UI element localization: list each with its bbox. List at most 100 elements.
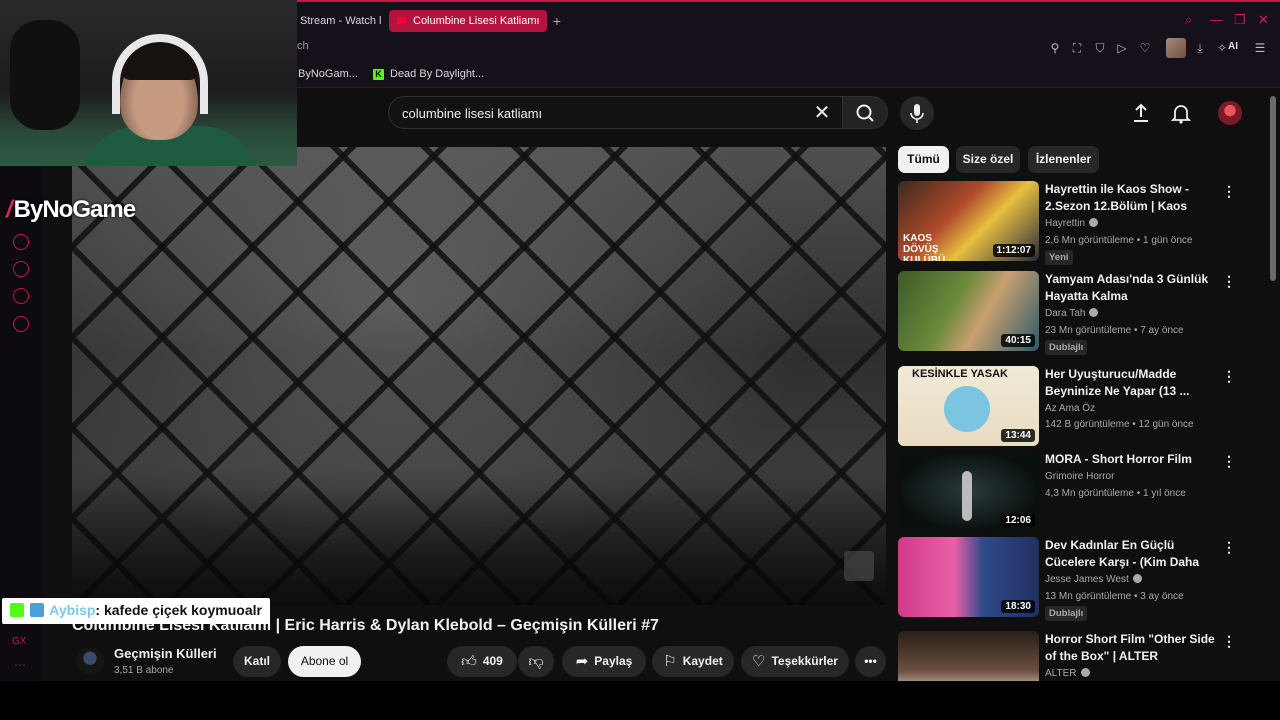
like-button[interactable]: 👍︎ 409: [447, 646, 517, 677]
new-tab-button[interactable]: +: [550, 11, 564, 31]
recommendation-channel[interactable]: Az Ama Öz: [1045, 403, 1095, 414]
scrollbar[interactable]: [1270, 96, 1276, 281]
join-button[interactable]: Katıl: [233, 646, 281, 677]
gx-icon[interactable]: GX: [12, 636, 26, 647]
more-vert-icon[interactable]: ⋮: [1222, 368, 1236, 385]
save-button[interactable]: ⚐ Kaydet: [652, 646, 734, 677]
thumbs-down-icon: 👎︎: [528, 653, 544, 670]
recommendation-channel[interactable]: Dara Tah: [1045, 308, 1099, 319]
recommendation-channel[interactable]: Grimoire Horror: [1045, 471, 1114, 482]
channel-label: Dara Tah: [1045, 308, 1086, 319]
notifications-icon[interactable]: [1168, 100, 1194, 126]
bookmark-bynogame[interactable]: ByNoGam...: [298, 68, 358, 80]
video-thumbnail[interactable]: 40:15: [898, 271, 1039, 351]
share-button[interactable]: ➦ Paylaş: [562, 646, 646, 677]
channel-avatar[interactable]: [76, 647, 104, 675]
chat-username: Aybisp: [49, 602, 96, 618]
heart-icon[interactable]: ♡: [1137, 40, 1153, 56]
minimize-icon[interactable]: —: [1210, 12, 1223, 27]
account-avatar[interactable]: [1218, 101, 1242, 125]
thumbnail-text: KESİNKLE YASAK: [912, 368, 1008, 380]
more-vert-icon[interactable]: ⋮: [1222, 633, 1236, 650]
video-thumbnail[interactable]: KAOS DÖVÜŞ KULÜBÜ 1:12:07: [898, 181, 1039, 261]
play-icon[interactable]: ▷: [1114, 40, 1130, 56]
more-actions-button[interactable]: •••: [855, 646, 886, 677]
chat-message: Aybisp: kafede çiçek koymuoalr: [2, 598, 270, 624]
recommendation-item[interactable]: KESİNKLE YASAK 13:44 Her Uyuşturucu/Madd…: [898, 366, 1268, 448]
recommendation-item[interactable]: 18:30 Dev Kadınlar En Güçlü Cücelere Kar…: [898, 537, 1268, 621]
recommendation-title[interactable]: Her Uyuşturucu/Madde Beyninize Ne Yapar …: [1045, 366, 1217, 400]
channel-label: ALTER: [1045, 668, 1077, 679]
bookmark-icon: ⚐: [663, 653, 677, 670]
pin-icon[interactable]: ⚲: [1047, 40, 1063, 56]
search-box[interactable]: columbine lisesi katliamı ✕: [388, 96, 843, 129]
channel-name[interactable]: Geçmişin Külleri: [114, 646, 217, 661]
taskbar-area: [0, 681, 1280, 720]
settings-icon[interactable]: [13, 316, 29, 332]
snapshot-icon[interactable]: ⛶: [1069, 40, 1085, 56]
video-player[interactable]: [72, 147, 886, 605]
thanks-button[interactable]: ♡ Teşekkürler: [741, 646, 849, 677]
more-vert-icon[interactable]: ⋮: [1222, 273, 1236, 290]
recommendation-title[interactable]: Horror Short Film "Other Side of the Box…: [1045, 631, 1217, 665]
video-thumbnail[interactable]: 18:30: [898, 537, 1039, 617]
search-tabs-icon[interactable]: ⌕: [1185, 12, 1192, 28]
thumbnail-text: KAOS DÖVÜŞ KULÜBÜ: [903, 233, 946, 261]
shield-icon[interactable]: ⛉: [1092, 40, 1108, 56]
maximize-icon[interactable]: ❐: [1234, 12, 1246, 28]
recommendation-channel[interactable]: ALTER: [1045, 668, 1090, 679]
dislike-button[interactable]: 👎︎: [518, 646, 554, 677]
tab-columbine[interactable]: Columbine Lisesi Katliamı: [389, 10, 547, 32]
more-vert-icon[interactable]: ⋮: [1222, 453, 1236, 470]
search-input[interactable]: columbine lisesi katliamı: [402, 106, 542, 121]
tab-stream[interactable]: Stream - Watch l: [290, 10, 382, 32]
verified-icon: [1080, 668, 1090, 677]
thumbnail-figure: [962, 471, 972, 521]
ai-label[interactable]: AI: [1228, 41, 1238, 52]
duration-badge: 12:06: [1001, 514, 1035, 527]
chat-text: : kafede çiçek koymuoalr: [95, 602, 262, 618]
chip-for-you[interactable]: Size özel: [956, 146, 1020, 173]
save-label: Kaydet: [682, 654, 723, 668]
close-window-icon[interactable]: ✕: [1258, 12, 1269, 28]
address-text[interactable]: ch: [297, 40, 309, 52]
player-icon[interactable]: [13, 234, 29, 250]
channel-label: Hayrettin: [1045, 218, 1086, 229]
recommendation-channel[interactable]: Jesse James West: [1045, 574, 1142, 585]
recommendation-title[interactable]: Dev Kadınlar En Güçlü Cücelere Karşı - (…: [1045, 537, 1217, 571]
recommendation-title[interactable]: Hayrettin ile Kaos Show - 2.Sezon 12.Böl…: [1045, 181, 1217, 215]
clear-search-icon[interactable]: ✕: [810, 101, 834, 125]
more-icon[interactable]: ⋯: [14, 658, 26, 672]
recommendation-item[interactable]: 40:15 Yamyam Adası'nda 3 Günlük Hayatta …: [898, 271, 1268, 355]
download-icon[interactable]: ⤓: [1192, 40, 1208, 56]
dubbed-badge: Dublajlı: [1045, 606, 1088, 621]
tab-label: Columbine Lisesi Katliamı: [413, 15, 540, 27]
recommendation-title[interactable]: MORA - Short Horror Film: [1045, 451, 1217, 468]
brand-text: ByNoGame: [13, 196, 136, 223]
voice-search-button[interactable]: [900, 96, 934, 130]
video-thumbnail[interactable]: 12:06: [898, 451, 1039, 531]
verified-icon: [1089, 218, 1099, 227]
verified-icon: [1132, 574, 1142, 583]
profile-picture[interactable]: [1166, 38, 1186, 58]
share-label: Paylaş: [594, 654, 633, 668]
bookmark-dbd[interactable]: K Dead By Daylight...: [373, 68, 484, 80]
extensions-icon[interactable]: [13, 288, 29, 304]
recommendation-channel[interactable]: Hayrettin: [1045, 218, 1099, 229]
history-icon[interactable]: [13, 261, 29, 277]
menu-icon[interactable]: ☰: [1252, 40, 1268, 56]
upload-icon[interactable]: [1128, 100, 1154, 126]
recommendation-item[interactable]: 12:06 MORA - Short Horror Film Grimoire …: [898, 451, 1268, 533]
video-thumbnail[interactable]: KESİNKLE YASAK 13:44: [898, 366, 1039, 446]
subscribe-button[interactable]: Abone ol: [288, 646, 361, 677]
brand-slash-icon: /: [6, 196, 13, 223]
channel-watermark[interactable]: [844, 551, 874, 581]
chip-all[interactable]: Tümü: [898, 146, 949, 173]
more-vert-icon[interactable]: ⋮: [1222, 183, 1236, 200]
search-button[interactable]: [843, 96, 888, 129]
recommendation-item[interactable]: KAOS DÖVÜŞ KULÜBÜ 1:12:07 Hayrettin ile …: [898, 181, 1268, 265]
recommendation-title[interactable]: Yamyam Adası'nda 3 Günlük Hayatta Kalma: [1045, 271, 1217, 305]
channel-label: Jesse James West: [1045, 574, 1129, 585]
more-vert-icon[interactable]: ⋮: [1222, 539, 1236, 556]
chip-watched[interactable]: İzlenenler: [1028, 146, 1099, 173]
